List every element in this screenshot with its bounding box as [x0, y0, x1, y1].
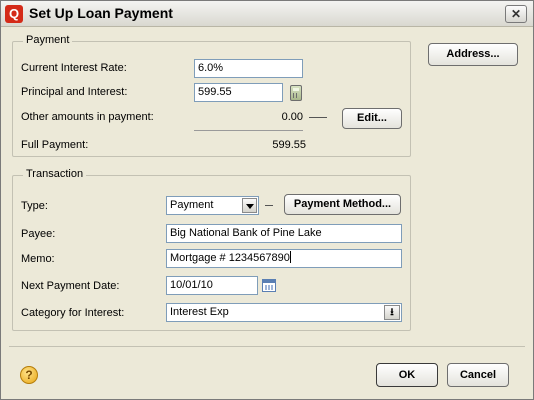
help-icon[interactable]: ?: [20, 366, 38, 384]
close-icon: ✕: [510, 7, 522, 21]
payment-group-legend: Payment: [23, 34, 73, 46]
type-label: Type:: [21, 200, 48, 212]
category-label: Category for Interest:: [21, 307, 125, 319]
payment-method-button[interactable]: Payment Method...: [284, 194, 401, 215]
ok-button-label: OK: [398, 369, 416, 381]
text-cursor: [289, 251, 291, 263]
edit-button[interactable]: Edit...: [342, 108, 402, 129]
footer-separator: [9, 346, 525, 347]
cancel-button-label: Cancel: [459, 369, 497, 381]
current-interest-rate-input[interactable]: 6.0%: [194, 59, 303, 78]
address-button-label: Address...: [446, 48, 500, 60]
category-input-value: Interest Exp: [170, 306, 229, 318]
dialog-window: Q Set Up Loan Payment ✕ Payment Current …: [0, 0, 534, 400]
type-connector: [265, 205, 273, 206]
ok-button[interactable]: OK: [376, 363, 438, 387]
dialog-title: Set Up Loan Payment: [29, 5, 173, 21]
title-bar[interactable]: Q Set Up Loan Payment ✕: [1, 1, 533, 27]
payment-method-button-label: Payment Method...: [293, 198, 392, 210]
next-payment-date-input[interactable]: 10/01/10: [166, 276, 258, 295]
memo-input-value: Mortgage # 1234567890: [170, 252, 290, 264]
current-interest-rate-label: Current Interest Rate:: [21, 62, 127, 74]
chevron-down-icon[interactable]: [242, 198, 257, 213]
other-amounts-label: Other amounts in payment:: [21, 111, 154, 123]
address-button[interactable]: Address...: [428, 43, 518, 66]
principal-interest-label: Principal and Interest:: [21, 86, 128, 98]
other-amounts-value: 0.00: [281, 111, 303, 123]
full-payment-value: 599.55: [272, 139, 306, 151]
principal-interest-input[interactable]: 599.55: [194, 83, 283, 102]
payee-input[interactable]: Big National Bank of Pine Lake: [166, 224, 402, 243]
other-amounts-connector: [309, 117, 327, 118]
next-payment-date-label: Next Payment Date:: [21, 280, 120, 292]
app-logo-icon: Q: [5, 5, 23, 23]
full-payment-label: Full Payment:: [21, 139, 89, 151]
category-input[interactable]: Interest Exp ⭳: [166, 303, 402, 322]
type-select[interactable]: Payment: [166, 196, 259, 215]
full-payment-rule: [194, 130, 303, 131]
type-select-value: Payment: [170, 199, 214, 211]
transaction-group: Transaction Type: Payment Payment Method…: [12, 168, 411, 331]
edit-button-label: Edit...: [357, 112, 387, 124]
calendar-icon[interactable]: [262, 279, 276, 292]
payment-group: Payment Current Interest Rate: 6.0% Prin…: [12, 34, 411, 157]
transaction-group-legend: Transaction: [23, 168, 87, 180]
close-button[interactable]: ✕: [505, 5, 527, 23]
calculator-icon[interactable]: [290, 85, 302, 101]
cancel-button[interactable]: Cancel: [447, 363, 509, 387]
memo-label: Memo:: [21, 253, 55, 265]
memo-input[interactable]: Mortgage # 1234567890: [166, 249, 402, 268]
list-icon[interactable]: ⭳: [384, 305, 400, 320]
payee-label: Payee:: [21, 228, 56, 240]
